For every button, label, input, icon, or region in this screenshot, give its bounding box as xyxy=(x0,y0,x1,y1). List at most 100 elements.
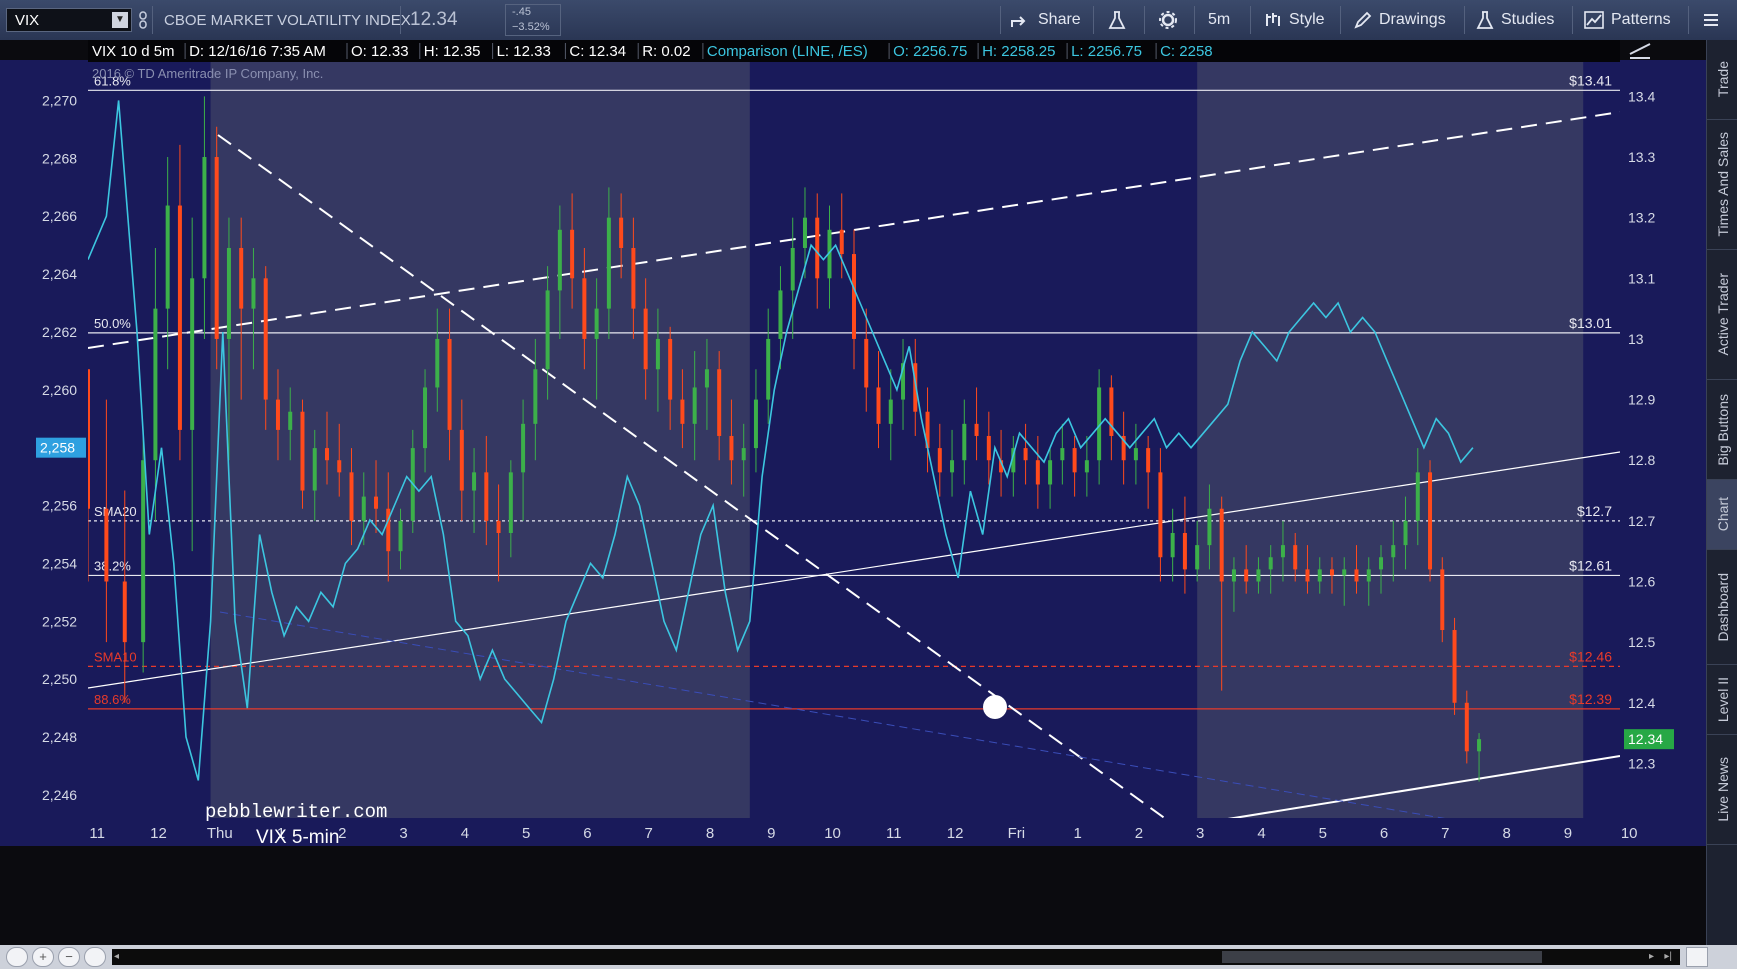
price-chart[interactable]: 61.8% $13.4150.0% $13.01SMA20 $12.738.2% $12… xyxy=(0,40,1706,961)
scroll-left-icon[interactable]: ◂ xyxy=(114,951,119,962)
candle-body xyxy=(104,508,109,582)
candle-body xyxy=(876,387,881,424)
candle-body xyxy=(1452,630,1457,703)
scroll-thumb[interactable] xyxy=(1222,951,1542,963)
style-icon xyxy=(1266,13,1280,26)
candle-body xyxy=(263,278,268,400)
left-axis-tick: 2,248 xyxy=(42,729,77,745)
header-field: H: 12.35 xyxy=(424,43,481,60)
tab-dashboard[interactable]: Dashboard xyxy=(1707,550,1737,665)
tab-label: Chart xyxy=(1714,497,1731,532)
header-field: VIX 10 d 5m xyxy=(92,43,175,60)
scroll-track[interactable]: ◂ ▸ ▸| xyxy=(112,949,1680,965)
tab-live-news[interactable]: Live News xyxy=(1707,735,1737,845)
header-field: H: 2258.25 xyxy=(982,43,1055,60)
timeframe-button[interactable]: 5m xyxy=(1208,0,1230,40)
candle-body xyxy=(190,278,195,430)
flask-button[interactable] xyxy=(1108,0,1126,40)
left-axis-tick: 2,268 xyxy=(42,150,77,166)
level-name: 38.2% xyxy=(94,558,131,573)
tab-label: Big Buttons xyxy=(1714,393,1731,466)
share-button[interactable]: Share xyxy=(1010,0,1081,40)
link-icon[interactable] xyxy=(138,0,148,40)
candle-body xyxy=(937,448,942,473)
tab-trade[interactable]: Trade xyxy=(1707,40,1737,120)
candle-body xyxy=(1354,569,1359,582)
x-axis-tick: 10 xyxy=(1621,825,1638,842)
zoom-in-icon[interactable]: + xyxy=(32,947,54,967)
symbol-value: VIX xyxy=(15,12,40,29)
tab-label: Dashboard xyxy=(1714,572,1731,642)
menu-button[interactable] xyxy=(1702,0,1720,40)
candle-body xyxy=(888,399,893,424)
tab-active-trader[interactable]: Active Trader xyxy=(1707,250,1737,380)
candle-body xyxy=(1342,569,1347,576)
candle-body xyxy=(1146,448,1151,473)
candle-body xyxy=(214,157,219,339)
right-axis-tick: 12.9 xyxy=(1628,392,1655,408)
scroll-end-icon[interactable]: ▸| xyxy=(1664,951,1672,962)
style-button[interactable]: Style xyxy=(1264,0,1325,40)
candle-body xyxy=(1403,520,1408,546)
x-axis-tick: 7 xyxy=(645,825,653,842)
net-change: -.45 xyxy=(512,6,531,18)
candle-body xyxy=(484,472,489,521)
header-field: Comparison (LINE, /ES) xyxy=(707,43,868,60)
candle-body xyxy=(1317,569,1322,582)
x-axis-tick: 11 xyxy=(886,825,902,842)
right-axis-tick: 12.7 xyxy=(1628,513,1655,529)
expand-icon[interactable] xyxy=(1686,947,1708,967)
studies-button[interactable]: Studies xyxy=(1476,0,1554,40)
watermark-line2: VIX 5-min xyxy=(256,827,339,848)
candle-body xyxy=(153,308,158,461)
level-price: $12.61 xyxy=(1569,557,1612,573)
chart-area[interactable]: 61.8% $13.41 50.0% $13.01 SMA20 $12.7 38.2% $12… xyxy=(0,40,1706,961)
tab-times-and-sales[interactable]: Times And Sales xyxy=(1707,120,1737,250)
candle-body xyxy=(545,290,550,370)
tab-big-buttons[interactable]: Big Buttons xyxy=(1707,380,1737,480)
x-axis-tick: 9 xyxy=(1564,825,1572,842)
candle-body xyxy=(1379,557,1384,570)
candle-body xyxy=(1305,569,1310,582)
share-label: Share xyxy=(1038,11,1081,28)
candle-body xyxy=(753,399,758,449)
right-axis-tick: 13.1 xyxy=(1628,270,1655,286)
left-axis-tick: 2,266 xyxy=(42,208,77,224)
candle-body xyxy=(802,217,807,248)
candle-body xyxy=(1329,569,1334,576)
symbol-input[interactable]: VIX ▼ xyxy=(6,8,132,32)
candle-body xyxy=(974,423,979,436)
candle-body xyxy=(1440,569,1445,631)
right-axis-tick: 12.6 xyxy=(1628,574,1655,590)
patterns-button[interactable]: Patterns xyxy=(1584,0,1671,40)
zoom-fit-icon[interactable] xyxy=(84,947,106,967)
tab-label: Trade xyxy=(1714,61,1731,98)
horizontal-scrollbar[interactable]: + − ◂ ▸ ▸| xyxy=(0,945,1737,969)
candle-body xyxy=(141,460,146,643)
right-price-marker-text: 12.34 xyxy=(1628,731,1663,747)
drawings-button[interactable]: Drawings xyxy=(1354,0,1446,40)
tab-label: Level II xyxy=(1714,676,1731,723)
chevron-down-icon[interactable]: ▼ xyxy=(112,12,128,28)
header-field: O: 12.33 xyxy=(351,43,409,60)
tab-level-ii[interactable]: Level II xyxy=(1707,665,1737,735)
top-toolbar: VIX ▼ CBOE MARKET VOLATILITY INDEX 12.34… xyxy=(0,0,1737,41)
x-axis-tick: 2 xyxy=(1135,825,1143,842)
right-axis-tick: 12.5 xyxy=(1628,634,1655,650)
scroll-right-icon[interactable]: ▸ xyxy=(1649,951,1654,962)
x-axis-tick: 4 xyxy=(461,825,469,842)
tab-chart[interactable]: Chart xyxy=(1707,480,1737,550)
reset-zoom-icon[interactable] xyxy=(6,947,28,967)
candle-body xyxy=(619,217,624,248)
zoom-out-icon[interactable]: − xyxy=(58,947,80,967)
candle-body xyxy=(337,460,342,473)
x-axis-tick: 12 xyxy=(150,825,167,842)
menu-icon xyxy=(1704,14,1718,26)
x-axis-tick: 7 xyxy=(1441,825,1449,842)
x-axis-tick: 6 xyxy=(583,825,591,842)
candle-body xyxy=(226,247,231,339)
tab-label: Times And Sales xyxy=(1714,132,1731,237)
candle-body xyxy=(582,278,587,339)
settings-button[interactable] xyxy=(1158,0,1178,40)
candle-body xyxy=(533,369,538,424)
